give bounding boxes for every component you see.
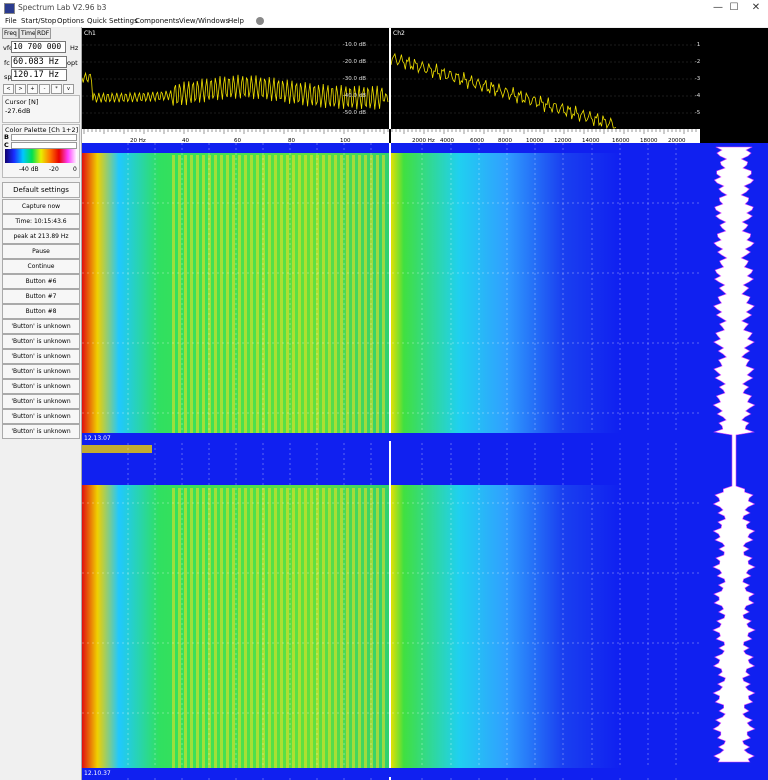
vfo-field[interactable]: 10 700 000 [11,41,66,53]
close-button[interactable]: ✕ [742,0,768,16]
timestamp-strip-upper [82,433,700,441]
app-icon [4,3,15,14]
timestamp-1: 12.13.07 [84,435,111,442]
spectrum-display[interactable]: Ch1 Ch2 -10.0 dB -20.0 dB -30.0 dB -40.0 dB… [82,28,700,153]
gap-marker-band [82,445,152,453]
palette-c-label: C [4,141,9,149]
menu-file[interactable]: File [5,17,17,25]
sp-field[interactable]: 120.17 Hz [11,69,67,81]
zoom-in-button[interactable]: + [27,84,38,94]
title-bar: Spectrum Lab V2.96 b3 — ☐ ✕ [0,0,768,16]
ch1-label: Ch1 [84,30,96,37]
panel-button-2[interactable]: Capture now [2,199,80,214]
ch2-spectrum-trace [390,52,617,130]
waterfall-block-ch2-lower [390,485,620,768]
menu-start-stop[interactable]: Start/Stop [21,17,56,25]
step-left-button[interactable]: < [3,84,14,94]
harmonic-stripes-lower [172,488,387,768]
vfo-unit: Hz [70,44,79,52]
waterfall-channel-divider [389,143,391,780]
ch1-db-label: -30.0 dB [343,76,366,82]
ch2-label: Ch2 [393,30,405,37]
menu-help[interactable]: Help [228,17,244,25]
stop-indicator-icon[interactable] [256,17,264,25]
panel-button-15[interactable]: 'Button' is unknown [2,394,80,409]
cursor-value: -27.6dB [5,107,31,115]
panel-button-13[interactable]: 'Button' is unknown [2,364,80,379]
cursor-title: Cursor [N] [5,98,39,106]
step-right-button[interactable]: > [15,84,26,94]
scope-panel [700,28,768,143]
panel-button-17[interactable]: 'Button' is unknown [2,424,80,439]
fc-label: fc [4,59,10,67]
tab-freq[interactable]: Freq [2,28,19,39]
contrast-slider[interactable] [11,142,77,149]
palette-title: Color Palette [Ch 1+2] [5,126,79,134]
panel-button-12[interactable]: 'Button' is unknown [2,349,80,364]
waterfall-block-ch2-upper [390,153,620,433]
ch1-db-labels: -10.0 dB -20.0 dB -30.0 dB -40.0 dB -50.0 dB [343,42,366,116]
palette-scale-mid: -20 [49,166,59,173]
color-palette-panel: Color Palette [Ch 1+2] B C -40 dB -20 0 [2,124,80,178]
panel-button-7[interactable]: Button #6 [2,274,80,289]
menu-components[interactable]: Components [135,17,179,25]
brightness-slider[interactable] [11,134,77,141]
ch1-db-label: -50.0 dB [343,110,366,116]
panel-button-3[interactable]: Time: 10:15:43.6 [2,214,80,229]
fc-field[interactable]: 60.083 Hz [11,56,67,68]
fc-opt-label: opt [67,59,78,67]
zoom-out-button[interactable]: - [39,84,50,94]
ch1-db-label: -20.0 dB [343,59,366,65]
menu-view-windows[interactable]: View/Windows [179,17,229,25]
menu-quick-settings[interactable]: Quick Settings [87,17,138,25]
ch1-db-label: -40.0 dB [343,93,366,99]
harmonic-stripes-upper [172,155,387,433]
panel-button-5[interactable]: Pause [2,244,80,259]
panel-button-8[interactable]: Button #7 [2,289,80,304]
panel-button-4[interactable]: peak at 213.89 Hz [2,229,80,244]
palette-scale-max: 0 [73,166,77,173]
palette-scale-min: -40 dB [19,166,39,173]
panel-button-11[interactable]: 'Button' is unknown [2,334,80,349]
palette-gradient [5,149,77,163]
freq-step-buttons: < > + - * v [3,84,75,94]
tab-rdf[interactable]: RDF [35,28,52,39]
waterfall-display[interactable]: 12.13.07 12.10.37 [82,143,768,780]
palette-b-label: B [4,133,9,141]
panel-button-16[interactable]: 'Button' is unknown [2,409,80,424]
timestamp-2: 12.10.37 [84,770,111,777]
panel-button-1[interactable]: Default settings [2,182,80,198]
control-panel: Freq Time RDF vfo 10 700 000 Hz fc 60.08… [0,27,82,780]
panel-button-10[interactable]: 'Button' is unknown [2,319,80,334]
panel-button-9[interactable]: Button #8 [2,304,80,319]
timestamp-strip-lower [82,768,700,777]
panel-button-6[interactable]: Continue [2,259,80,274]
menu-bar: File Start/Stop Options Quick Settings C… [0,16,768,27]
panel-button-14[interactable]: 'Button' is unknown [2,379,80,394]
ch1-db-label: -10.0 dB [343,42,366,48]
cursor-readout: Cursor [N] -27.6dB [2,95,80,123]
menu-options[interactable]: Options [57,17,84,25]
window-title: Spectrum Lab V2.96 b3 [18,3,107,12]
star-button[interactable]: * [51,84,62,94]
more-button[interactable]: v [63,84,74,94]
